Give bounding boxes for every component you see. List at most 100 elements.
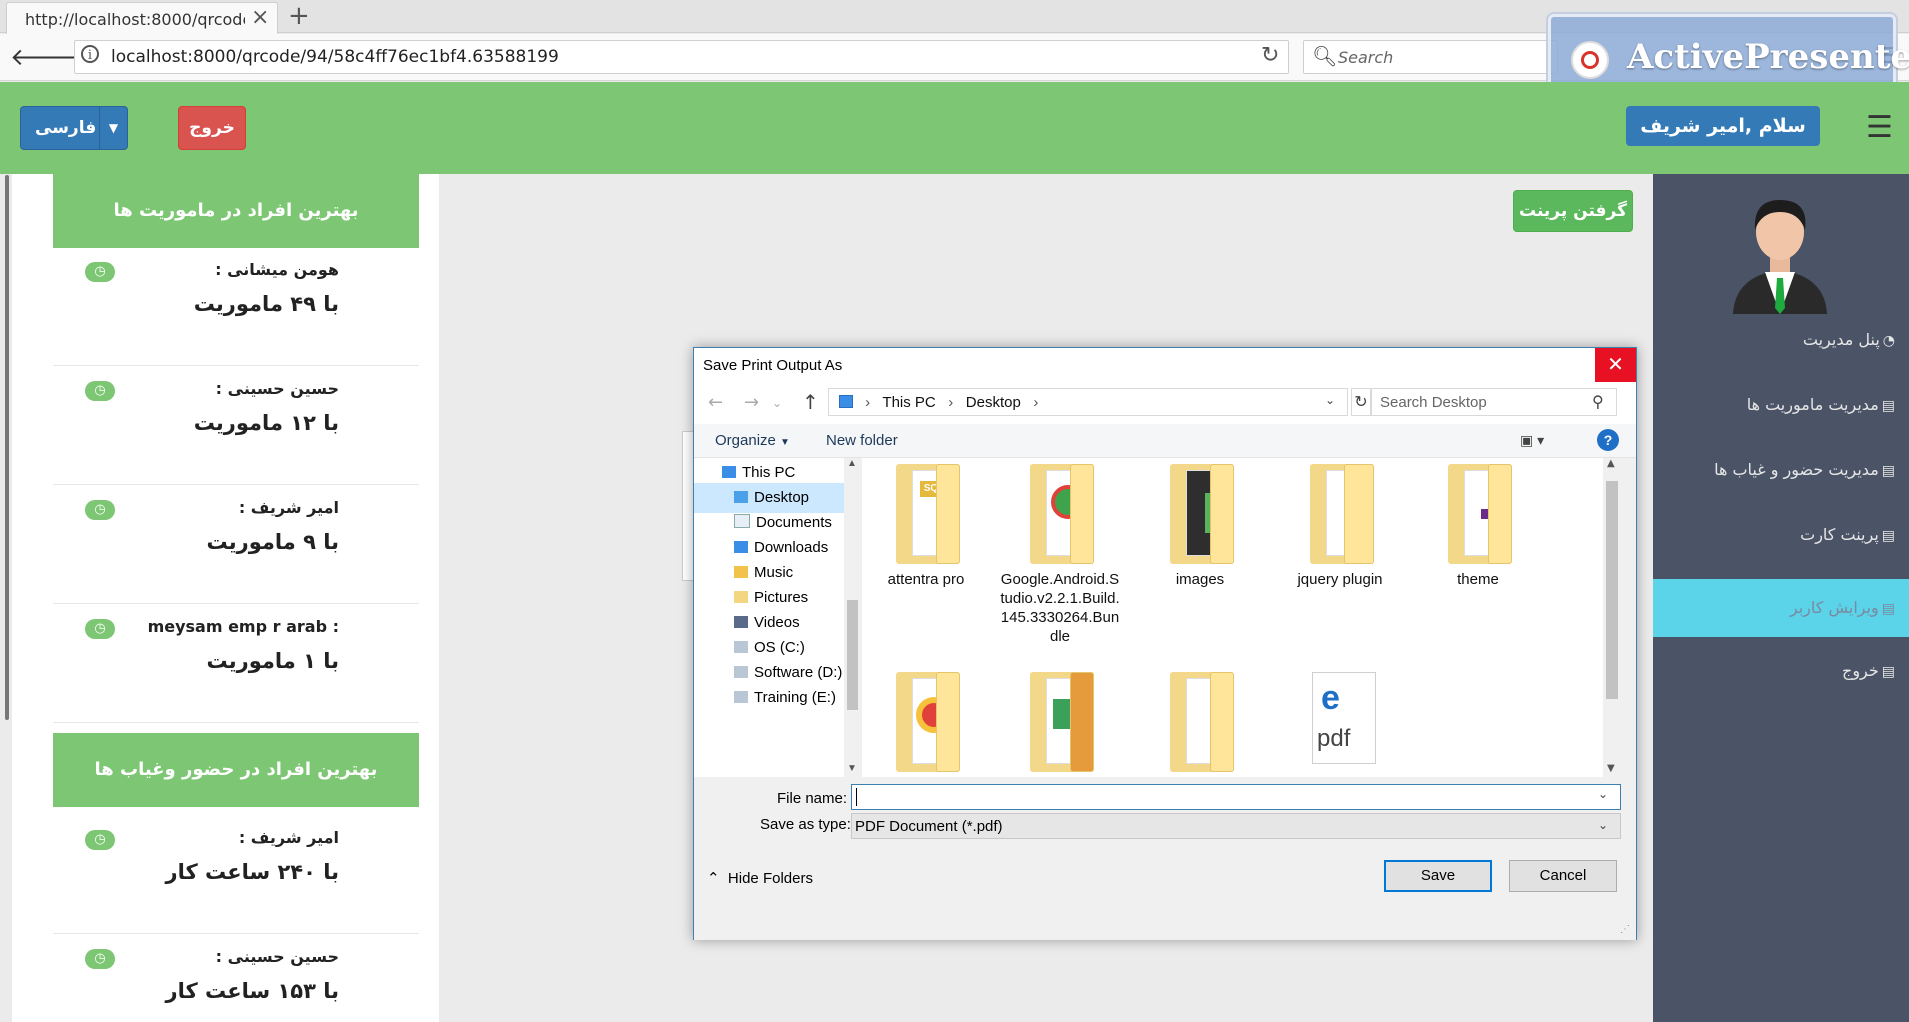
- refresh-icon[interactable]: ↻: [1351, 388, 1371, 416]
- scroll-down-icon[interactable]: ▼: [1607, 763, 1615, 774]
- person-name: امیر شریف :: [238, 498, 339, 517]
- sidebar-item-label: خروج: [1841, 661, 1879, 680]
- chevron-down-icon[interactable]: ⌄: [1598, 787, 1608, 801]
- hide-folders-button[interactable]: ⌃ Hide Folders: [707, 869, 813, 887]
- tree-label: Videos: [754, 614, 800, 631]
- sidebar-item-label: ویرایش کاربر: [1789, 598, 1879, 617]
- folder-item[interactable]: SQL attentra pro: [866, 464, 986, 589]
- folder-item[interactable]: [1140, 672, 1260, 772]
- folder-item[interactable]: theme: [1418, 464, 1538, 589]
- drive-icon: [734, 666, 748, 678]
- sidebar-item-missions[interactable]: ▤مدیریت ماموریت ها: [1653, 376, 1909, 434]
- organize-button[interactable]: Organize ▼: [715, 432, 790, 449]
- tree-label: Training (E:): [754, 689, 836, 706]
- print-button[interactable]: گرفتن پرینت: [1513, 190, 1633, 232]
- sidebar-item-attendance[interactable]: ▤مدیریت حضور و غیاب ها: [1653, 441, 1909, 499]
- sidebar-item-label: پنل مدیریت: [1802, 330, 1880, 349]
- breadcrumb-this-pc[interactable]: This PC: [882, 394, 935, 411]
- organize-label: Organize: [715, 432, 776, 449]
- new-folder-button[interactable]: New folder: [826, 432, 898, 449]
- tree-item-training-e[interactable]: Training (E:): [694, 683, 844, 713]
- person-name: meysam emp r arab :: [147, 617, 339, 636]
- work-hours: با ۲۴۰ ساعت کار: [165, 860, 339, 884]
- clock-icon: ◷: [85, 949, 115, 969]
- dialog-footer: File name: ⌄ Save as type: PDF Document …: [694, 777, 1636, 940]
- sidebar-item-edit-user[interactable]: ▤ویرایش کاربر: [1653, 579, 1909, 637]
- tree-scroll-thumb[interactable]: [847, 600, 858, 710]
- view-options-icon[interactable]: ▣ ▾: [1520, 432, 1544, 449]
- caret-down-icon[interactable]: ▼: [99, 107, 127, 149]
- cancel-button[interactable]: Cancel: [1509, 860, 1617, 892]
- save-dialog: Save Print Output As ✕ ← → ⌄ ↑ › This PC…: [693, 347, 1637, 940]
- file-list: SQL attentra pro Google.Android.Studio.v…: [862, 458, 1603, 777]
- recent-dropdown-icon[interactable]: ⌄: [772, 396, 782, 410]
- close-icon[interactable]: ✕: [1595, 348, 1636, 382]
- tree-label: Pictures: [754, 589, 809, 606]
- folder-item[interactable]: jquery plugin: [1280, 464, 1400, 589]
- folder-label: jquery plugin: [1297, 571, 1383, 588]
- new-tab-icon[interactable]: +: [288, 1, 310, 31]
- person-name: حسین حسینی :: [215, 379, 339, 398]
- documents-icon: [734, 514, 750, 528]
- dialog-titlebar: Save Print Output As ✕: [694, 348, 1636, 382]
- jquery-plugin-folder-icon: [1310, 464, 1374, 564]
- computer-icon: [839, 395, 853, 408]
- save-as-type-value: PDF Document (*.pdf): [855, 818, 1003, 835]
- tree-label: Desktop: [754, 489, 810, 506]
- info-icon[interactable]: i: [81, 45, 99, 63]
- folder-item[interactable]: [1000, 672, 1120, 772]
- book-icon: ▤: [1881, 664, 1895, 680]
- dialog-search-input[interactable]: Search Desktop ⚲: [1371, 388, 1617, 416]
- address-bar[interactable]: i localhost:8000/qrcode/94/58c4ff76ec1bf…: [74, 40, 1289, 74]
- tree-label: Software (D:): [754, 664, 843, 681]
- greeting-badge[interactable]: سلام ,امیر شریف: [1626, 106, 1820, 146]
- clock-icon: ◷: [85, 619, 115, 639]
- reload-icon[interactable]: ↻: [1261, 43, 1279, 68]
- page-scrollbar[interactable]: [5, 175, 9, 720]
- folder-label: images: [1175, 571, 1225, 588]
- resize-grip-icon[interactable]: ⋰: [1620, 924, 1630, 935]
- scroll-up-icon[interactable]: ▲: [1607, 458, 1615, 469]
- work-hours: با ۱۵۳ ساعت کار: [165, 979, 339, 1003]
- dialog-address-bar[interactable]: › This PC › Desktop › ⌄: [828, 388, 1348, 416]
- folder-item[interactable]: t images: [1140, 464, 1260, 589]
- hide-folders-label: Hide Folders: [727, 870, 813, 887]
- save-button[interactable]: Save: [1384, 860, 1492, 892]
- up-arrow-icon[interactable]: ↑: [802, 390, 819, 414]
- sidebar-item-logout[interactable]: ▤خروج: [1653, 642, 1909, 700]
- edge-pdf-icon: e pdf: [1312, 672, 1376, 764]
- dialog-title: Save Print Output As: [703, 357, 843, 374]
- chevron-down-icon[interactable]: ⌄: [1598, 818, 1608, 832]
- help-icon[interactable]: ?: [1597, 429, 1619, 451]
- caret-down-icon: ▼: [780, 437, 790, 448]
- pdf-file-item[interactable]: e pdf: [1280, 672, 1400, 764]
- computer-icon: [722, 466, 736, 478]
- scroll-up-icon[interactable]: ▲: [847, 458, 857, 469]
- book-icon: ▤: [1881, 398, 1895, 414]
- tab-title: http://localhost:8000/qrcode/94: [25, 10, 245, 29]
- hamburger-menu-icon[interactable]: ☰: [1866, 110, 1893, 145]
- images-folder-icon: t: [1170, 464, 1234, 564]
- sidebar-item-dashboard[interactable]: ◔پنل مدیریت: [1653, 311, 1909, 369]
- browser-tab[interactable]: http://localhost:8000/qrcode/94 ×: [6, 2, 278, 34]
- forward-arrow-icon[interactable]: →: [744, 392, 759, 413]
- logout-button[interactable]: خروج: [178, 106, 246, 150]
- folder-item[interactable]: Google.Android.Studio.v2.2.1.Build.145.3…: [1000, 464, 1120, 646]
- browser-search-input[interactable]: 🔍︎ Search: [1303, 40, 1558, 74]
- back-arrow-icon[interactable]: ←: [708, 392, 723, 413]
- scroll-down-icon[interactable]: ▼: [847, 763, 857, 774]
- breadcrumb-desktop[interactable]: Desktop: [966, 394, 1021, 411]
- file-name-input[interactable]: ⌄: [851, 784, 1621, 810]
- search-placeholder: Search: [1338, 48, 1394, 67]
- close-tab-icon[interactable]: ×: [251, 5, 269, 30]
- files-scroll-thumb[interactable]: [1606, 481, 1618, 699]
- search-placeholder: Search Desktop: [1380, 394, 1487, 411]
- attendance-panel-title: بهترین افراد در حضور وغیاب ها: [53, 733, 419, 807]
- save-as-type-select[interactable]: PDF Document (*.pdf) ⌄: [851, 813, 1621, 839]
- folder-item[interactable]: [866, 672, 986, 772]
- tree-label: Downloads: [754, 539, 829, 556]
- list-item: meysam emp r arab : با ۱ ماموریت ◷: [53, 605, 419, 723]
- address-dropdown-icon[interactable]: ⌄: [1325, 393, 1335, 407]
- language-dropdown-button[interactable]: فارسی ▼: [20, 106, 128, 150]
- sidebar-item-print-card[interactable]: ▤پرینت کارت: [1653, 506, 1909, 564]
